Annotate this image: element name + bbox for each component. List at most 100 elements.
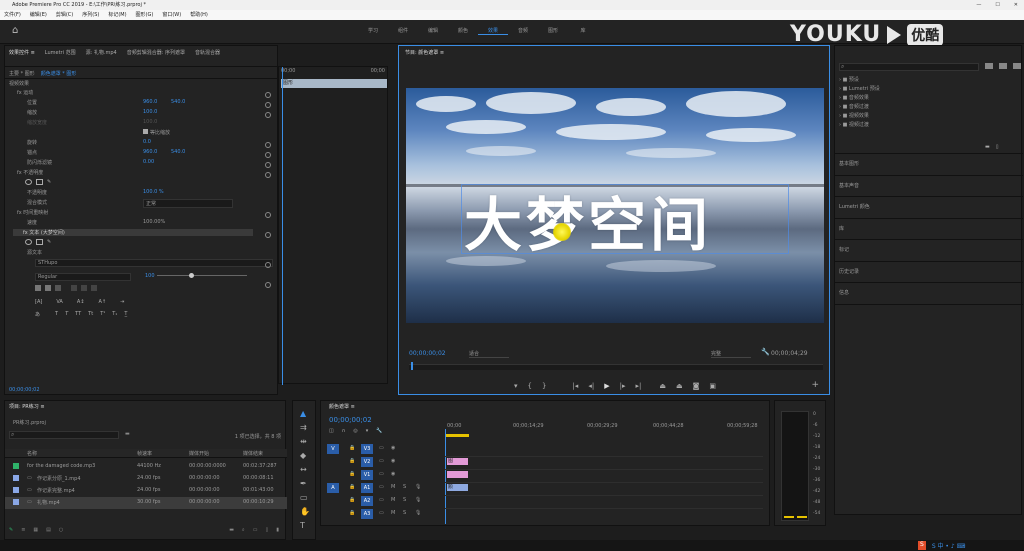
new-item-icon[interactable]: ▯ xyxy=(265,527,268,533)
menu-clip[interactable]: 剪辑(C) xyxy=(56,10,73,20)
tab-lumetri-scopes[interactable]: Lumetri 范围 xyxy=(45,49,76,56)
ellipse-mask-icon[interactable] xyxy=(25,179,32,185)
source-patch-v[interactable]: V xyxy=(327,444,339,454)
font-style-select[interactable]: Regular xyxy=(35,273,131,281)
work-area-bar[interactable] xyxy=(445,434,469,437)
new-folder-icon[interactable]: ▬ xyxy=(985,144,990,150)
sync-lock-icon[interactable]: ▭ xyxy=(379,510,384,516)
align-left-icon[interactable] xyxy=(35,285,41,291)
font-size-slider-thumb[interactable] xyxy=(189,273,194,278)
project-row[interactable]: ▭ 作记素完整.mp4 24.00 fps 00:00:00:00 00:01:… xyxy=(5,485,287,497)
step-back-icon[interactable]: ◂| xyxy=(588,382,594,390)
program-monitor-title[interactable]: 节目: 颜色遮罩 ≡ xyxy=(405,49,444,56)
extract-icon[interactable]: ⏏ xyxy=(676,382,683,390)
tab-stop-icon[interactable]: ⇥ xyxy=(120,299,124,305)
video-frame[interactable]: 大梦空间 xyxy=(406,88,824,323)
add-button-icon[interactable]: + xyxy=(811,380,819,390)
section-history[interactable]: 历史记录 xyxy=(835,260,1023,283)
tracking-icon[interactable]: ⁅A⁆ xyxy=(35,299,42,305)
subscript-icon[interactable]: T₁ xyxy=(112,311,117,318)
tab-audio-track-mixer[interactable]: 音轨混合器 xyxy=(195,49,220,56)
tree-item-video-effects[interactable]: › ■ 视频效果 xyxy=(839,112,880,121)
eye-icon[interactable]: ◉ xyxy=(391,471,395,477)
project-row[interactable]: ▭ 作记素分原_1.mp4 24.00 fps 00:00:00:00 00:0… xyxy=(5,473,287,485)
anchor-x-value[interactable]: 960.0 xyxy=(143,149,157,155)
menu-edit[interactable]: 编辑(E) xyxy=(30,10,47,20)
col-name[interactable]: 名称 xyxy=(27,450,37,457)
new-bin-icon[interactable]: ▬ xyxy=(125,431,130,437)
tab-audio-clip-mixer[interactable]: 音频剪辑混合器: 序列遮罩 xyxy=(127,49,185,56)
rectangle-mask-icon[interactable] xyxy=(36,239,43,245)
uniform-scale-checkbox[interactable]: 等比缩放 xyxy=(143,129,170,136)
justify-center-icon[interactable] xyxy=(81,285,87,291)
justify-all-icon[interactable] xyxy=(91,285,97,291)
comparison-view-icon[interactable]: ▣ xyxy=(709,382,716,390)
mute-icon[interactable]: M xyxy=(391,484,395,490)
opacity-effect[interactable]: fx 不透明度 xyxy=(17,169,43,176)
icon-view-icon[interactable]: ▦ xyxy=(33,527,38,533)
lift-icon[interactable]: ⏏ xyxy=(659,382,666,390)
reset-icon[interactable] xyxy=(265,142,271,148)
snap-icon[interactable]: ∩ xyxy=(342,428,346,434)
sync-lock-icon[interactable]: ▭ xyxy=(379,445,384,451)
mute-icon[interactable]: M xyxy=(391,497,395,503)
reset-icon[interactable] xyxy=(265,102,271,108)
mark-out-icon[interactable]: } xyxy=(542,382,546,390)
write-protect-icon[interactable]: ✎ xyxy=(9,527,13,533)
justify-icon[interactable] xyxy=(71,285,77,291)
position-x-value[interactable]: 960.0 xyxy=(143,99,157,105)
tab-project[interactable]: 项目: PR练习 ≡ xyxy=(9,403,45,410)
col-end[interactable]: 媒体结束 xyxy=(243,450,263,457)
ripple-edit-tool-icon[interactable]: ⇹ xyxy=(300,437,310,446)
type-tool-icon[interactable]: T xyxy=(300,521,310,530)
reset-icon[interactable] xyxy=(265,152,271,158)
section-markers[interactable]: 标记 xyxy=(835,239,1023,261)
workspace-tab-assembly[interactable]: 组件 xyxy=(388,27,418,35)
play-icon[interactable]: ▶ xyxy=(604,382,609,390)
sequence-label[interactable]: 颜色遮罩 * 图形 xyxy=(41,70,77,77)
program-playhead[interactable] xyxy=(411,362,413,370)
hand-tool-icon[interactable]: ✋ xyxy=(300,507,310,516)
timeline-title[interactable]: 颜色遮罩 ≡ xyxy=(329,403,355,410)
section-lumetri-color[interactable]: Lumetri 颜色 xyxy=(835,196,1023,218)
new-bin-icon[interactable]: ▭ xyxy=(253,527,258,533)
tsume-icon[interactable]: あ xyxy=(35,311,40,318)
text-effect-row[interactable]: fx 文本 (大梦空间) xyxy=(13,229,253,236)
all-caps-icon[interactable]: TT xyxy=(75,311,81,318)
list-view-icon[interactable]: ≡ xyxy=(21,527,25,533)
add-marker-icon[interactable]: ▾ xyxy=(514,382,518,390)
baseline-icon[interactable]: A↑ xyxy=(98,299,106,305)
workspace-tab-color[interactable]: 颜色 xyxy=(448,27,478,35)
effects-search-input[interactable] xyxy=(839,63,979,71)
motion-effect[interactable]: fx 运动 xyxy=(17,89,33,96)
add-marker-icon[interactable]: ▾ xyxy=(366,428,369,434)
tree-item-audio-effects[interactable]: › ■ 音频效果 xyxy=(839,94,880,103)
zoom-slider-icon[interactable]: ○ xyxy=(59,527,63,533)
position-y-value[interactable]: 540.0 xyxy=(171,99,185,105)
time-remap-effect[interactable]: fx 时间重映射 xyxy=(17,209,48,216)
menu-window[interactable]: 窗口(W) xyxy=(162,10,181,20)
scale-value[interactable]: 100.0 xyxy=(143,109,157,115)
lock-icon[interactable]: 🔒 xyxy=(349,458,355,464)
yuv-effects-icon[interactable] xyxy=(1013,63,1021,69)
mic-icon[interactable]: 🎙 xyxy=(415,510,421,516)
align-right-icon[interactable] xyxy=(55,285,61,291)
rotation-value[interactable]: 0.0 xyxy=(143,139,151,145)
reset-icon[interactable] xyxy=(265,232,271,238)
ime-logo-icon[interactable]: S xyxy=(918,541,926,550)
section-info[interactable]: 信息 xyxy=(835,282,1023,305)
timeline-timecode[interactable]: 00;00;00;02 xyxy=(329,416,372,424)
export-frame-icon[interactable]: ◙ xyxy=(693,382,700,390)
ec-clip-bar[interactable]: 图形 xyxy=(281,79,387,88)
eye-icon[interactable]: ◉ xyxy=(391,445,395,451)
program-scrub-bar[interactable] xyxy=(409,364,823,370)
reset-icon[interactable] xyxy=(265,112,271,118)
col-fps[interactable]: 帧速率 xyxy=(137,450,152,457)
freeform-view-icon[interactable]: ▤ xyxy=(46,527,51,533)
mic-icon[interactable]: 🎙 xyxy=(415,484,421,490)
tree-item-lumetri-presets[interactable]: › ■ Lumetri 预设 xyxy=(839,85,880,94)
faux-italic-icon[interactable]: T xyxy=(65,311,68,318)
timeline-ruler[interactable]: 00;00 00;00;14;29 00;00;29;29 00;00;44;2… xyxy=(445,423,767,439)
32bit-effects-icon[interactable] xyxy=(999,63,1007,69)
sync-lock-icon[interactable]: ▭ xyxy=(379,497,384,503)
